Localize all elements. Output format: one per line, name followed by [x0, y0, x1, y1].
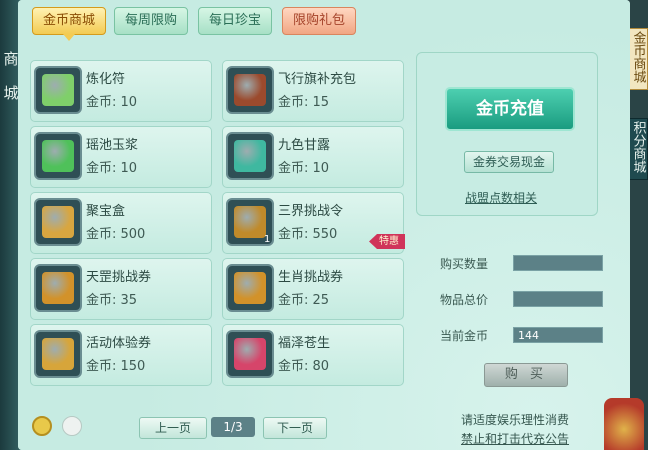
item-glyph [234, 206, 266, 238]
item-name: 福泽苍生 [278, 336, 331, 351]
item-glyph [42, 272, 74, 304]
gold-recharge-button[interactable]: 金币充值 [445, 87, 575, 131]
item-price: 金币: 500 [86, 227, 146, 242]
current-gold-label: 当前金币 [440, 329, 489, 343]
item-glyph [234, 272, 266, 304]
tab-daily-treasure[interactable]: 每日珍宝 [198, 7, 272, 35]
gem-icon [226, 132, 274, 180]
item-glyph [42, 140, 74, 172]
scroll-icon [226, 264, 274, 312]
scroll-icon [34, 330, 82, 378]
talisman-icon [34, 66, 82, 114]
total-price-label: 物品总价 [440, 293, 489, 307]
tab-gold-shop[interactable]: 金币商城 [32, 7, 106, 41]
right-tab-label: 积分商城 [630, 121, 646, 173]
item-glyph [42, 74, 74, 106]
item-name: 聚宝盒 [86, 204, 126, 219]
recharge-panel: 金币充值 金券交易现金 战盟点数相关 [416, 52, 598, 216]
special-offer-badge: 特惠 [369, 234, 405, 249]
buy-button[interactable]: 购 买 [484, 363, 568, 387]
page-indicator: 1/3 [211, 417, 255, 437]
item-name: 三界挑战令 [278, 204, 344, 219]
shop-item-card[interactable]: 炼化符金币: 10 [30, 60, 212, 122]
shop-item-card[interactable]: 活动体验券金币: 150 [30, 324, 212, 386]
shop-item-card[interactable]: 天罡挑战券金币: 35 [30, 258, 212, 320]
item-price: 金币: 10 [86, 161, 138, 176]
item-name: 瑶池玉浆 [86, 138, 139, 153]
treasure-box-icon [34, 198, 82, 246]
item-price: 金币: 35 [86, 293, 138, 308]
item-name: 炼化符 [86, 72, 126, 87]
right-tab-label: 金币商城 [630, 31, 646, 83]
treasure-chest-icon[interactable] [604, 398, 644, 450]
shop-item-card[interactable]: 瑶池玉浆金币: 10 [30, 126, 212, 188]
item-glyph [42, 338, 74, 370]
quantity-label: 购买数量 [440, 257, 489, 271]
item-price: 金币: 10 [86, 95, 138, 110]
right-tab-points-shop[interactable]: 积分商城 [628, 118, 648, 180]
token-icon: 1 [226, 198, 274, 246]
item-price: 金币: 10 [278, 161, 330, 176]
jade-jar-icon [34, 132, 82, 180]
alliance-points-link[interactable]: 战盟点数相关 [465, 189, 537, 206]
item-name: 飞行旗补充包 [278, 72, 357, 87]
flag-pouch-icon [226, 66, 274, 114]
next-page-button[interactable]: 下一页 [263, 417, 327, 439]
current-gold-field: 144 [513, 327, 603, 343]
shop-item-card[interactable]: 生肖挑战券金币: 25 [222, 258, 404, 320]
notice-text: 请适度娱乐理性消费 [461, 413, 570, 427]
item-price: 金币: 25 [278, 293, 330, 308]
tab-limited-pack[interactable]: 限购礼包 [282, 7, 356, 35]
shop-item-card[interactable]: 1 三界挑战令金币: 550 特惠 [222, 192, 405, 254]
tab-weekly-limit[interactable]: 每周限购 [114, 7, 188, 35]
item-name: 天罡挑战券 [86, 270, 152, 285]
shop-item-card[interactable]: 九色甘露金币: 10 [222, 126, 404, 188]
item-glyph [234, 140, 266, 172]
magnifier-icon[interactable] [32, 416, 52, 436]
total-price-field [513, 291, 603, 307]
item-price: 金币: 150 [86, 359, 146, 374]
item-price: 金币: 80 [278, 359, 330, 374]
anti-proxy-notice-link[interactable]: 禁止和打击代充公告 [461, 430, 569, 447]
item-price: 金币: 15 [278, 95, 330, 110]
item-glyph [42, 206, 74, 238]
quantity-input[interactable] [513, 255, 603, 271]
shop-item-card[interactable]: 福泽苍生金币: 80 [222, 324, 404, 386]
item-price: 金币: 550 [278, 227, 338, 242]
item-glyph [234, 74, 266, 106]
prev-page-button[interactable]: 上一页 [139, 417, 207, 439]
item-glyph [234, 338, 266, 370]
item-count: 1 [264, 234, 271, 245]
right-tab-gold-shop[interactable]: 金币商城 [628, 28, 648, 90]
toggle-circle-icon[interactable] [62, 416, 82, 436]
item-name: 活动体验券 [86, 336, 152, 351]
shop-item-card[interactable]: 飞行旗补充包 金币: 15 [222, 60, 404, 122]
potion-icon [226, 330, 274, 378]
item-name: 九色甘露 [278, 138, 331, 153]
shop-item-card[interactable]: 聚宝盒金币: 500 [30, 192, 212, 254]
coupon-exchange-button[interactable]: 金券交易现金 [464, 151, 554, 173]
scroll-icon [34, 264, 82, 312]
item-name: 生肖挑战券 [278, 270, 344, 285]
